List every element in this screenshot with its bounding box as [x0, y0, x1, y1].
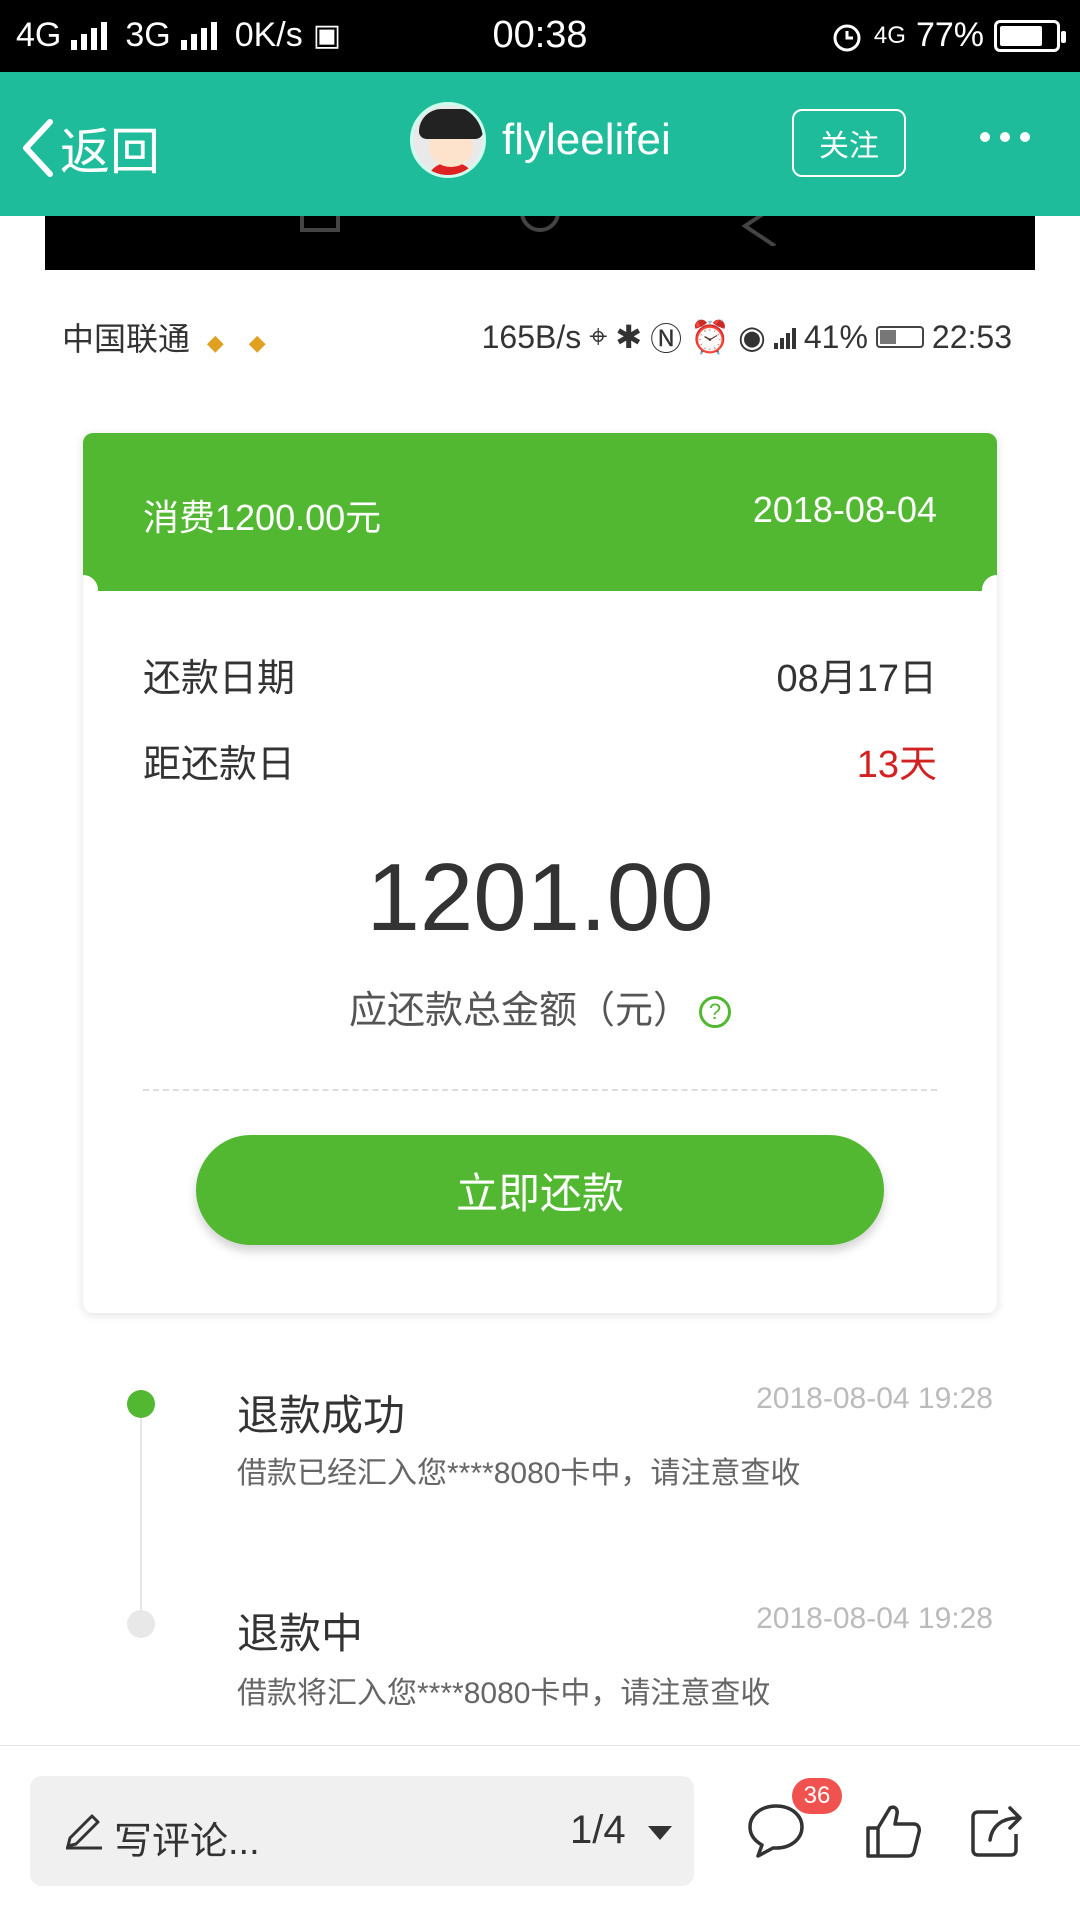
square-icon [300, 216, 340, 232]
timeline-item-time: 2018-08-04 19:28 [756, 1602, 993, 1635]
carrier-label: 中国联通 [62, 321, 191, 357]
triangle-icon [741, 216, 777, 246]
timeline-dot-active [127, 1390, 155, 1418]
inner-status-right: 165B/s ⌖ ✱ Ⓝ ⏰ ◉ 41% 22:53 [482, 314, 1012, 360]
username[interactable]: flyleelifei [502, 115, 671, 165]
bluetooth-icon: ✱ [615, 319, 643, 355]
circle-icon [520, 216, 560, 232]
repay-date-row: 还款日期 08月17日 [143, 647, 937, 702]
comment-icon[interactable] [746, 1802, 806, 1860]
network-label-3: 4G [873, 21, 906, 49]
total-amount-label: 应还款总金额（元） [348, 990, 691, 1032]
signal-icon-inner [773, 325, 796, 349]
total-amount-caption: 应还款总金额（元）? [83, 979, 997, 1034]
total-amount: 1201.00 [366, 844, 714, 951]
eye-icon: ◉ [737, 319, 766, 355]
inner-time: 22:53 [931, 318, 1012, 355]
bill-title: 消费1200.00元 [143, 497, 382, 538]
bill-date: 2018-08-04 [752, 489, 937, 530]
location-icon: ⌖ [589, 318, 608, 354]
repay-date-value: 08月17日 [776, 658, 937, 700]
days-left-label: 距还款日 [143, 744, 296, 786]
user-info[interactable]: flyleelifei [410, 102, 671, 178]
avatar[interactable] [410, 102, 486, 178]
inner-status-bar: 中国联通 ◆ ◆ 165B/s ⌖ ✱ Ⓝ ⏰ ◉ 41% 22:53 [0, 300, 1080, 370]
battery-icon-inner [875, 326, 924, 348]
bill-card-header: 消费1200.00元 2018-08-04 [83, 433, 997, 591]
battery-icon [994, 19, 1066, 52]
status-right: 4G 77% [830, 16, 1066, 55]
comment-placeholder: 写评论... [114, 1821, 260, 1863]
comment-input[interactable]: 写评论... 1/4 [30, 1776, 694, 1886]
timeline-item-title: 退款成功 [237, 1392, 406, 1439]
timeline-item-desc: 借款已经汇入您****8080卡中，请注意查收 [237, 1457, 801, 1490]
comment-count-badge: 36 [792, 1778, 842, 1814]
bottom-bar: 写评论... 1/4 36 [0, 1745, 1080, 1920]
status-bar: 4G 3G 0K/s ▣ 00:38 4G 77% [0, 0, 1080, 72]
chevron-left-icon [23, 119, 53, 177]
bill-card: 消费1200.00元 2018-08-04 还款日期 08月17日 距还款日 1… [83, 433, 997, 1313]
screenshot-navbar [45, 216, 1035, 270]
timeline-item-title: 退款中 [237, 1610, 364, 1657]
carrier-name: 中国联通 ◆ ◆ [62, 314, 266, 360]
app-header: 返回 flyleelifei 关注 [0, 72, 1080, 216]
share-icon[interactable] [968, 1802, 1026, 1860]
pencil-icon [66, 1814, 102, 1850]
timeline-dot-inactive [127, 1610, 155, 1638]
battery-percent: 77% [915, 16, 984, 54]
nfc-icon: Ⓝ [650, 321, 683, 357]
inner-battery-percent: 41% [803, 318, 868, 355]
page-indicator[interactable]: 1/4 [570, 1808, 626, 1853]
follow-button[interactable]: 关注 [792, 109, 906, 177]
carrier-icon-2: ◆ [248, 330, 266, 355]
alarm-icon-inner: ⏰ [690, 319, 730, 355]
battery-level-inner [879, 330, 896, 344]
dropdown-caret-icon[interactable] [648, 1826, 672, 1840]
pay-now-button[interactable]: 立即还款 [196, 1135, 884, 1245]
divider [143, 1089, 937, 1091]
days-left-value: 13天 [856, 744, 937, 786]
alarm-icon [833, 24, 861, 51]
timeline-item-desc: 借款将汇入您****8080卡中，请注意查收 [237, 1677, 771, 1710]
timeline-line [140, 1410, 142, 1626]
inner-speed: 165B/s [481, 318, 582, 355]
screen: 4G 3G 0K/s ▣ 00:38 4G 77% 返回 flyleelifei… [0, 0, 1080, 1920]
carrier-icon: ◆ [206, 330, 224, 355]
repay-date-label: 还款日期 [143, 658, 296, 700]
like-icon[interactable] [864, 1802, 922, 1860]
timeline-item-time: 2018-08-04 19:28 [756, 1382, 993, 1415]
more-icon[interactable] [980, 132, 1030, 142]
back-label: 返回 [60, 124, 160, 180]
days-left-row: 距还款日 13天 [143, 733, 937, 788]
help-icon[interactable]: ? [699, 996, 731, 1028]
battery-level [1000, 25, 1042, 46]
back-button[interactable]: 返回 [20, 112, 160, 184]
